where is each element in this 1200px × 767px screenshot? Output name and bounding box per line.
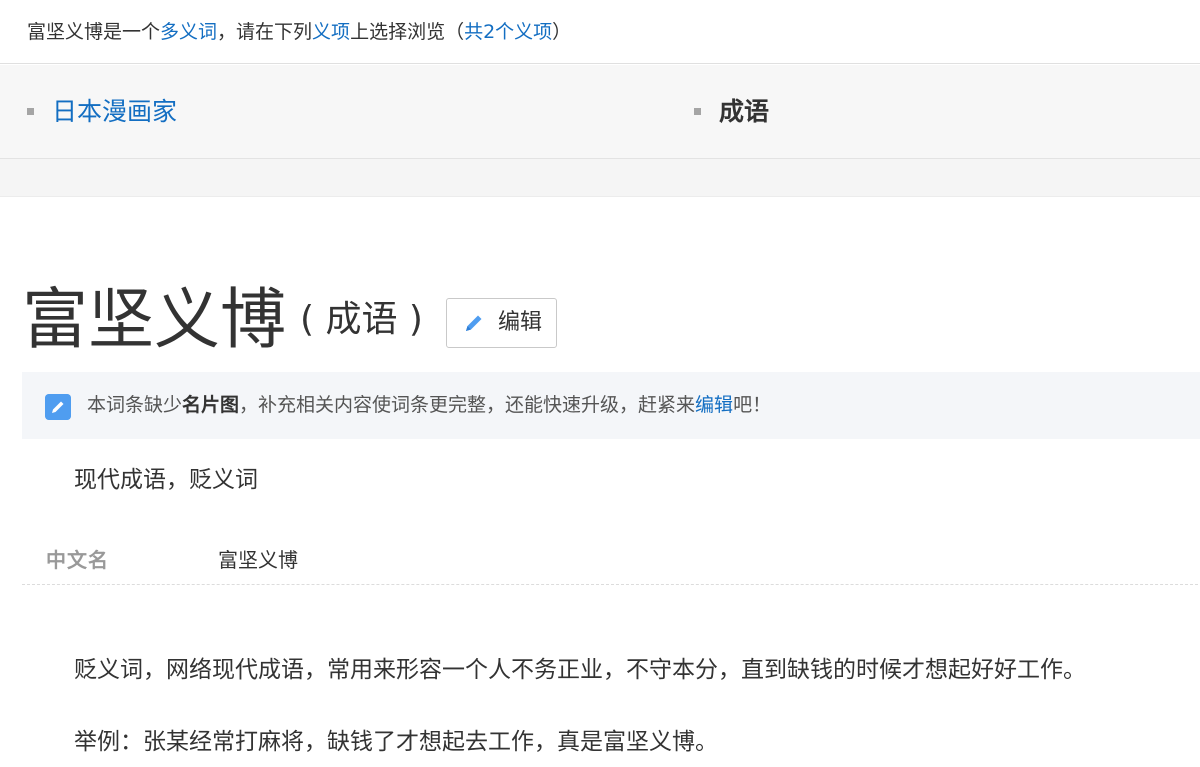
notice-bold: 名片图 <box>182 394 240 416</box>
basic-info-value: 富坚义博 <box>218 548 298 572</box>
polysemy-mid: ，请在下列 <box>217 21 313 43</box>
page-subtitle: ( 成语 ) <box>300 299 423 340</box>
sense-item-idiom: 成语 <box>694 65 769 159</box>
definition-paragraph: 贬义词，网络现代成语，常用来形容一个人不务正业，不守本分，直到缺钱的时候才想起好… <box>74 657 1086 683</box>
notice-text: 本词条缺少名片图，补充相关内容使词条更完整，还能快速升级，赶紧来编辑吧！ <box>87 372 771 439</box>
missing-image-notice: 本词条缺少名片图，补充相关内容使词条更完整，还能快速升级，赶紧来编辑吧！ <box>22 372 1200 439</box>
basic-info-key: 中文名 <box>46 548 109 572</box>
pencil-icon <box>466 315 482 331</box>
edit-notice-icon <box>45 394 71 420</box>
bullet-icon <box>27 107 34 115</box>
polysemy-bar: 富坚义博是一个多义词，请在下列义项上选择浏览（共2个义项） <box>0 0 1200 64</box>
lemma-summary: 现代成语，贬义词 <box>74 467 258 493</box>
notice-edit-link[interactable]: 编辑 <box>695 394 733 416</box>
polysemy-count-link[interactable]: 共2个义项 <box>464 21 552 43</box>
notice-part3: 吧！ <box>733 394 772 416</box>
lemma-title-row: 富坚义博 ( 成语 ) <box>22 280 423 360</box>
polysemy-term-link[interactable]: 多义词 <box>160 21 217 43</box>
toolbar-strip <box>0 159 1200 197</box>
notice-part1: 本词条缺少 <box>87 394 183 416</box>
polysemy-lead: 富坚义博是一个 <box>27 21 161 43</box>
sense-item-label[interactable]: 日本漫画家 <box>52 97 177 126</box>
polysemy-sense-link[interactable]: 义项 <box>312 21 350 43</box>
sense-list: 日本漫画家 成语 <box>0 65 1200 159</box>
sense-item-manga-artist[interactable]: 日本漫画家 <box>27 65 177 159</box>
bullet-icon <box>694 107 701 115</box>
polysemy-tail: 上选择浏览（ <box>350 21 465 43</box>
sense-item-label: 成语 <box>719 97 770 126</box>
edit-button[interactable]: 编辑 <box>446 298 557 348</box>
page-title: 富坚义博 <box>22 281 286 358</box>
polysemy-close: ） <box>552 21 572 43</box>
notice-part2: ，补充相关内容使词条更完整，还能快速升级，赶紧来 <box>239 394 696 416</box>
basic-info-row: 中文名 富坚义博 <box>22 540 1198 585</box>
example-paragraph: 举例：张某经常打麻将，缺钱了才想起去工作，真是富坚义博。 <box>74 729 718 755</box>
edit-button-label: 编辑 <box>498 310 543 335</box>
